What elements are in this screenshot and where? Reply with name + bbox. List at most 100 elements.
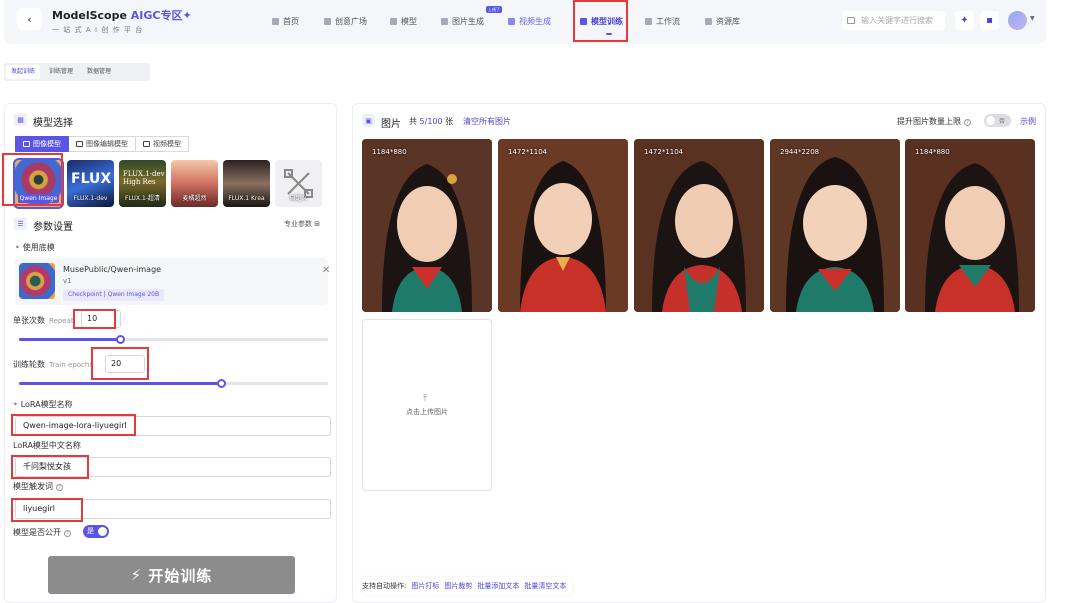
help-icon[interactable]: ? xyxy=(964,119,971,126)
portrait-image xyxy=(770,139,900,312)
repeat-slider[interactable] xyxy=(19,335,328,344)
image-size-label: 1472*1104 xyxy=(644,148,684,156)
auto-op-batch-clear-text[interactable]: 批量清空文本 xyxy=(524,581,566,591)
image-size-label: 1472*1104 xyxy=(508,148,548,156)
model-card-qwen-image[interactable]: Qwen Image xyxy=(13,158,64,209)
tab-data-management[interactable]: 数据管理 xyxy=(82,65,116,79)
model-card-flux-dev[interactable]: FLUX FLUX.1-dev xyxy=(67,160,114,207)
raise-limit-label: 提升图片数量上限? xyxy=(897,116,971,127)
model-type-tabs: 图像模型 图像编辑模型 视频模型 xyxy=(15,136,189,152)
portrait-image xyxy=(362,139,492,312)
sparkle-star-icon: ✦ xyxy=(960,15,969,26)
base-model-tag: Checkpoint | Qwen Image 20B xyxy=(63,289,165,301)
nav-resources[interactable]: 资源库 xyxy=(705,16,740,27)
nav-model-training[interactable]: 模型训练 xyxy=(580,16,623,27)
lora-name-label: • LoRA模型名称 xyxy=(13,400,73,409)
dataset-image[interactable]: 1472*1104 xyxy=(498,139,628,312)
model-card-flux-krea[interactable]: FLUX.1 Krea xyxy=(223,160,270,207)
cube-icon xyxy=(390,18,397,25)
folder-icon xyxy=(705,18,712,25)
trigger-word-input[interactable]: liyuegirl xyxy=(15,499,331,519)
brand-name: ModelScope xyxy=(52,9,127,22)
upload-icon: ⤒ xyxy=(423,394,427,404)
chevron-down-icon[interactable]: ▼ xyxy=(1030,15,1035,22)
tab-video-model[interactable]: 视频模型 xyxy=(136,136,189,152)
back-button[interactable]: ‹ xyxy=(17,8,42,30)
tab-image-model[interactable]: 图像模型 xyxy=(15,136,69,152)
training-subtabs: 发起训练 训练管理 数据管理 xyxy=(4,63,150,81)
sparkle-icon: ✦ xyxy=(182,9,192,22)
help-icon[interactable]: ? xyxy=(64,530,71,537)
image-icon: ▣ xyxy=(362,114,375,127)
model-card-flux-hd[interactable]: FLUX.1-dev High Res FLUX.1-超清 xyxy=(119,160,166,207)
param-section-title: 参数设置 xyxy=(33,222,73,233)
grid-icon: ▦ xyxy=(14,113,27,126)
search-box[interactable] xyxy=(842,11,945,30)
repeat-input[interactable]: 10 xyxy=(81,310,121,328)
auto-operations-bar: 支持自动操作: 图片打标 图片裁剪 批量添加文本 批量清空文本 xyxy=(362,577,573,595)
nav-image-generation[interactable]: 图片生成 xyxy=(441,16,484,27)
help-icon[interactable]: ? xyxy=(56,484,63,491)
model-card-custom[interactable]: 自定义 xyxy=(275,160,322,207)
top-header: ‹ ModelScope AIGC专区✦ 一站式AI创作平台 首页 创意广场 模… xyxy=(4,0,1046,44)
auto-op-tagging[interactable]: 图片打标 xyxy=(411,581,439,591)
image-size-label: 2944*2208 xyxy=(780,148,820,156)
nav-workflow[interactable]: 工作流 xyxy=(645,16,680,27)
auto-op-cropping[interactable]: 图片裁剪 xyxy=(444,581,472,591)
expand-icon: ⊞ xyxy=(314,220,321,228)
public-toggle[interactable]: 是 xyxy=(83,525,109,538)
ai-assistant-button[interactable]: ✦ xyxy=(955,11,974,30)
lightning-icon: ⚡ xyxy=(130,566,143,584)
pro-params-button[interactable]: 专业参数 ⊞ xyxy=(284,219,320,229)
nav-home[interactable]: 首页 xyxy=(272,16,299,27)
example-link[interactable]: 示例 xyxy=(1020,116,1036,127)
epochs-slider[interactable] xyxy=(19,379,328,388)
lora-cn-name-input[interactable]: 千问梨悦女孩 xyxy=(15,457,331,477)
dataset-image[interactable]: 1184*880 xyxy=(905,139,1035,312)
close-icon[interactable]: ✕ xyxy=(322,265,330,276)
base-model-name: MusePublic/Qwen-image xyxy=(63,265,162,274)
flux-hd-art-text: FLUX.1-dev High Res xyxy=(123,170,165,186)
flux-logo-text: FLUX xyxy=(71,171,112,187)
upload-image-text: 点击上传图片 xyxy=(406,408,448,416)
video-icon xyxy=(143,141,150,147)
dataset-image[interactable]: 2944*2208 xyxy=(770,139,900,312)
clear-all-images-link[interactable]: 清空所有图片 xyxy=(463,116,511,127)
raise-limit-toggle[interactable]: 否 xyxy=(984,114,1011,127)
dataset-image[interactable]: 1184*880 xyxy=(362,139,492,312)
start-training-button[interactable]: ⚡ 开始训练 xyxy=(48,556,295,594)
epochs-input[interactable]: 20 xyxy=(105,355,145,373)
image-count: 共 5/100 张 xyxy=(409,117,454,126)
epochs-slider-knob[interactable] xyxy=(217,379,226,388)
nav-video-generation[interactable]: 视频生成 xyxy=(508,16,551,27)
base-model-card[interactable]: MusePublic/Qwen-image v1 Checkpoint | Qw… xyxy=(15,258,330,305)
upload-image-area[interactable]: ⤒ 点击上传图片 xyxy=(362,319,492,491)
repeat-slider-knob[interactable] xyxy=(116,335,125,344)
nav-creative-square[interactable]: 创意广场 xyxy=(324,16,367,27)
lora-name-input[interactable]: Qwen-image-lora-liyuegirl xyxy=(15,416,331,436)
message-icon: ▪ xyxy=(986,15,993,26)
tab-image-edit-model[interactable]: 图像编辑模型 xyxy=(69,136,136,152)
brand-accent: AIGC专区 xyxy=(130,9,183,22)
repeat-label: 单张次数 Repeat xyxy=(13,316,74,325)
dataset-image[interactable]: 1472*1104 xyxy=(634,139,764,312)
base-model-label: • 使用底模 xyxy=(15,243,55,252)
model-section-title: 模型选择 xyxy=(33,118,73,129)
tab-start-training[interactable]: 发起训练 xyxy=(6,65,41,79)
images-title: 图片 xyxy=(381,119,401,130)
trigger-word-label: 模型触发词? xyxy=(13,481,63,492)
settings-grid-icon: ☰ xyxy=(14,217,27,230)
messages-button[interactable]: ▪ xyxy=(980,11,999,30)
model-card-majic-flux[interactable]: 麦橘超然 xyxy=(171,160,218,207)
auto-op-batch-add-text[interactable]: 批量添加文本 xyxy=(477,581,519,591)
tab-training-management[interactable]: 训练管理 xyxy=(44,65,78,79)
nav-models[interactable]: 模型 xyxy=(390,16,417,27)
image-size-label: 1184*880 xyxy=(915,148,950,156)
document-icon xyxy=(580,18,587,25)
search-input[interactable] xyxy=(861,16,941,25)
brand-logo[interactable]: ModelScope AIGC专区✦ 一站式AI创作平台 xyxy=(52,7,192,35)
user-avatar[interactable] xyxy=(1008,11,1027,30)
image-icon xyxy=(23,141,30,147)
image-edit-icon xyxy=(76,141,83,147)
search-image-icon xyxy=(847,17,855,24)
